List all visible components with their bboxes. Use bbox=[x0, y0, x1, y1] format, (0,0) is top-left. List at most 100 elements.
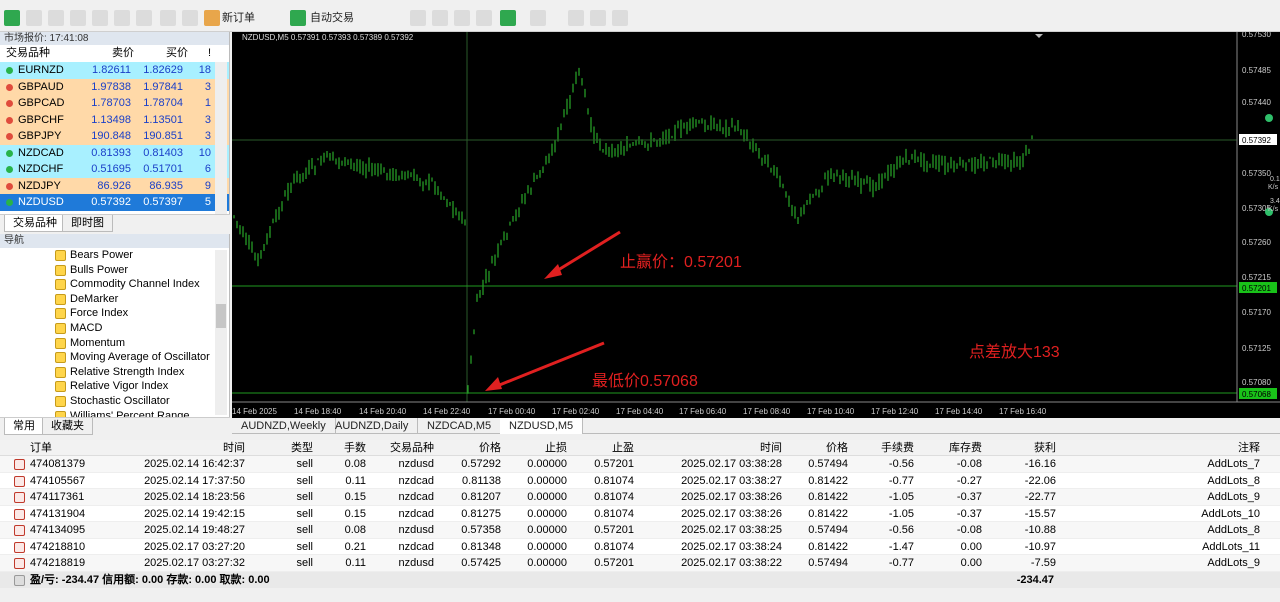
order-row[interactable]: 474131904 2025.02.14 19:42:15 sell 0.15 nzdc… bbox=[0, 506, 1280, 522]
header-type[interactable]: 类型 bbox=[291, 440, 313, 456]
tab-audnzd-daily[interactable]: AUDNZD,Daily bbox=[326, 418, 419, 434]
chart-canvas[interactable]: 0.575300.574850.574400.573920.573500.573… bbox=[232, 32, 1280, 418]
header-take-profit[interactable]: 止盈 bbox=[612, 440, 634, 456]
price-chart[interactable]: 0.57530 0.57485 0.57440 0.57392 0.57350 0.573… bbox=[232, 32, 1280, 418]
indicator-icon[interactable] bbox=[500, 10, 516, 26]
indicator-item[interactable]: Relative Strength Index bbox=[0, 365, 229, 380]
trendline-icon[interactable] bbox=[114, 10, 130, 26]
tab-audnzd-weekly[interactable]: AUDNZD,Weekly bbox=[232, 418, 336, 434]
screenshot-icon[interactable] bbox=[612, 10, 628, 26]
indicator-item[interactable]: Stochastic Oscillator bbox=[0, 394, 229, 409]
navigator-scroll-thumb[interactable] bbox=[216, 304, 226, 328]
header-commission[interactable]: 手续费 bbox=[881, 440, 914, 456]
autotrading-icon[interactable] bbox=[290, 10, 306, 26]
indicator-item[interactable]: MACD bbox=[0, 321, 229, 336]
tab-symbols[interactable]: 交易品种 bbox=[4, 215, 66, 232]
order-row[interactable]: 474105567 2025.02.14 17:37:50 sell 0.11 nzdc… bbox=[0, 473, 1280, 489]
indicator-item[interactable]: Bears Power bbox=[0, 248, 229, 263]
cell-type: sell bbox=[296, 458, 313, 470]
header-order-id[interactable]: 订单 bbox=[30, 440, 52, 456]
market-watch-title: 市场报价: 17:41:08 bbox=[0, 32, 229, 45]
crosshair-icon[interactable] bbox=[48, 10, 64, 26]
market-scrollbar[interactable] bbox=[215, 62, 227, 232]
template-icon[interactable] bbox=[568, 10, 584, 26]
market-row-gbpjpy[interactable]: GBPJPY 190.848 190.851 3 bbox=[0, 128, 229, 145]
header-open-price[interactable]: 价格 bbox=[479, 440, 501, 456]
chart-bar-icon[interactable] bbox=[410, 10, 426, 26]
header-open-time[interactable]: 时间 bbox=[223, 440, 245, 456]
cell-lots: 0.11 bbox=[345, 557, 366, 569]
indicator-item[interactable]: Commodity Channel Index bbox=[0, 277, 229, 292]
indicator-item[interactable]: Momentum bbox=[0, 336, 229, 351]
indicator-item[interactable]: Relative Vigor Index bbox=[0, 379, 229, 394]
label-icon[interactable] bbox=[182, 10, 198, 26]
market-row-nzdchf[interactable]: NZDCHF 0.51695 0.51701 6 bbox=[0, 161, 229, 178]
tab-nzdcad-m5[interactable]: NZDCAD,M5 bbox=[418, 418, 502, 434]
period-icon[interactable] bbox=[530, 10, 546, 26]
header-spread[interactable]: ! bbox=[208, 45, 211, 62]
sell-order-icon bbox=[14, 475, 25, 487]
cell-comment: AddLots_9 bbox=[1207, 491, 1260, 503]
symbol-name: NZDCAD bbox=[18, 146, 64, 159]
market-row-gbpchf[interactable]: GBPCHF 1.13498 1.13501 3 bbox=[0, 111, 229, 128]
cell-profit: -15.57 bbox=[1024, 507, 1056, 520]
header-close-price[interactable]: 价格 bbox=[826, 440, 848, 456]
order-row[interactable]: 474081379 2025.02.14 16:42:37 sell 0.08 nzdu… bbox=[0, 456, 1280, 473]
spread-value: 1 bbox=[204, 97, 211, 109]
header-swap[interactable]: 库存费 bbox=[949, 440, 982, 456]
autotrading-button[interactable]: 自动交易 bbox=[310, 10, 354, 26]
zoom-out-icon[interactable] bbox=[476, 10, 492, 26]
header-lots[interactable]: 手数 bbox=[344, 440, 366, 456]
header-stop-loss[interactable]: 止损 bbox=[545, 440, 567, 456]
order-row[interactable]: 474218819 2025.02.17 03:27:32 sell 0.11 nzdu… bbox=[0, 555, 1280, 572]
indicator-item[interactable]: Force Index bbox=[0, 306, 229, 321]
speed-value-2: 3.4 bbox=[1270, 198, 1280, 205]
order-row[interactable]: 474218810 2025.02.17 03:27:20 sell 0.21 nzdc… bbox=[0, 539, 1280, 555]
market-row-nzdjpy[interactable]: NZDJPY 86.926 86.935 9 bbox=[0, 177, 229, 194]
horizontal-line-icon[interactable] bbox=[92, 10, 108, 26]
tab-tick-chart[interactable]: 即时图 bbox=[62, 215, 113, 232]
profile-icon[interactable] bbox=[590, 10, 606, 26]
ask-price: 0.51701 bbox=[143, 163, 183, 175]
bid-price: 86.926 bbox=[97, 179, 131, 192]
zoom-in-icon[interactable] bbox=[454, 10, 470, 26]
indicator-item[interactable]: Bulls Power bbox=[0, 263, 229, 278]
cursor-icon[interactable] bbox=[26, 10, 42, 26]
indicator-icon bbox=[55, 352, 66, 364]
symbol-name: NZDJPY bbox=[18, 179, 61, 192]
header-comment[interactable]: 注释 bbox=[1238, 440, 1260, 456]
tab-favorites[interactable]: 收藏夹 bbox=[42, 418, 93, 435]
text-icon[interactable] bbox=[160, 10, 176, 26]
indicator-item[interactable]: Moving Average of Oscillator bbox=[0, 350, 229, 365]
market-row-gbpaud[interactable]: GBPAUD 1.97838 1.97841 3 bbox=[0, 78, 229, 95]
indicator-item[interactable]: DeMarker bbox=[0, 292, 229, 307]
cell-lots: 0.08 bbox=[344, 458, 366, 470]
market-row-nzdusd[interactable]: NZDUSD 0.57392 0.57397 5 bbox=[0, 194, 229, 211]
navigator-scrollbar[interactable] bbox=[215, 250, 227, 415]
header-symbol[interactable]: 交易品种 bbox=[6, 45, 50, 62]
channel-icon[interactable] bbox=[136, 10, 152, 26]
plus-icon[interactable] bbox=[4, 10, 20, 26]
tp-arrow-head bbox=[544, 264, 562, 279]
market-row-nzdcad[interactable]: NZDCAD 0.81393 0.81403 10 bbox=[0, 144, 229, 161]
vertical-line-icon[interactable] bbox=[70, 10, 86, 26]
header-ask[interactable]: 买价 bbox=[166, 45, 188, 62]
order-row[interactable]: 474117361 2025.02.14 18:23:56 sell 0.15 nzdc… bbox=[0, 489, 1280, 506]
indicator-label: Bears Power bbox=[70, 249, 133, 261]
shift-marker-icon[interactable] bbox=[1035, 34, 1043, 38]
new-order-icon[interactable] bbox=[204, 10, 220, 26]
market-row-gbpcad[interactable]: GBPCAD 1.78703 1.78704 1 bbox=[0, 95, 229, 112]
market-row-eurnzd[interactable]: EURNZD 1.82611 1.82629 18 bbox=[0, 62, 229, 79]
new-order-button[interactable]: 新订单 bbox=[222, 10, 255, 26]
tab-nzdusd-m5[interactable]: NZDUSD,M5 bbox=[500, 418, 584, 434]
order-row[interactable]: 474134095 2025.02.14 19:48:27 sell 0.08 nzdu… bbox=[0, 522, 1280, 539]
tab-common[interactable]: 常用 bbox=[4, 418, 44, 435]
header-symbol[interactable]: 交易品种 bbox=[390, 440, 434, 456]
header-close-time[interactable]: 时间 bbox=[760, 440, 782, 456]
cell-profit: -16.16 bbox=[1024, 458, 1056, 470]
chart-candle-icon[interactable] bbox=[432, 10, 448, 26]
header-bid[interactable]: 卖价 bbox=[112, 45, 134, 62]
low-arrow bbox=[491, 341, 605, 390]
time-tick-label: 17 Feb 02:40 bbox=[552, 407, 600, 416]
header-profit[interactable]: 获利 bbox=[1034, 440, 1056, 456]
